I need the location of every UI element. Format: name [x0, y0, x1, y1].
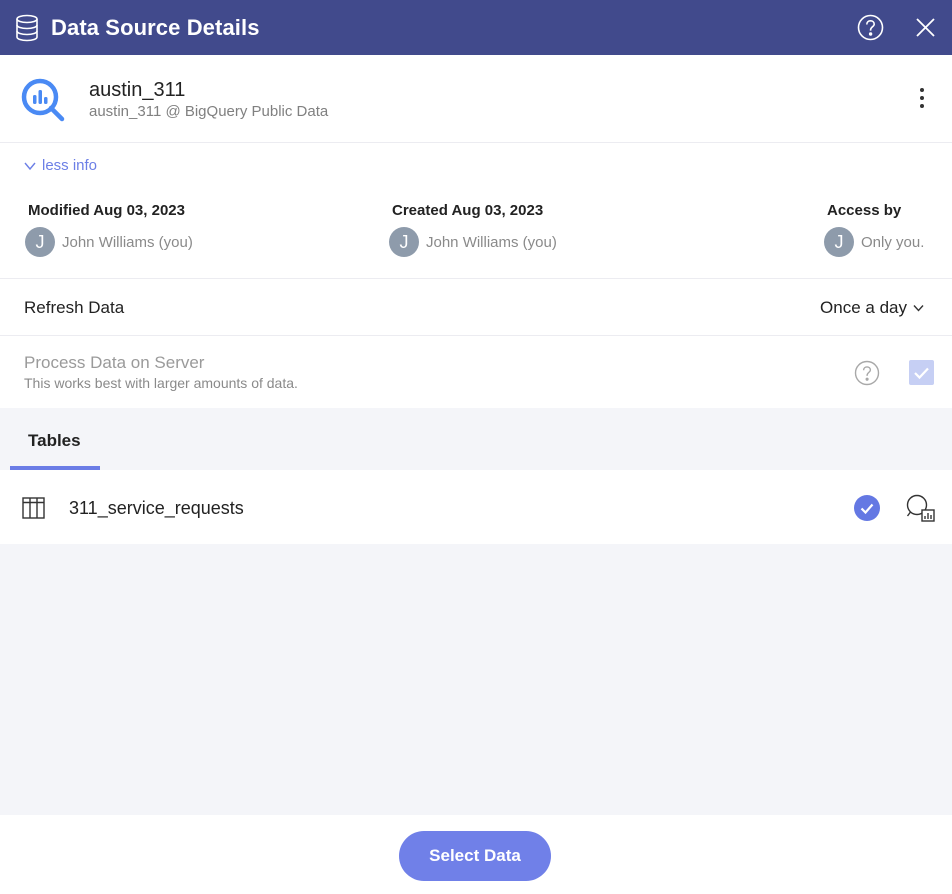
dialog-titlebar: Data Source Details — [0, 0, 952, 55]
modified-by: J John Williams (you) — [25, 227, 193, 257]
created-info: Created Aug 03, 2023 J John Williams (yo… — [389, 202, 557, 257]
help-icon[interactable] — [857, 14, 884, 41]
refresh-data-label: Refresh Data — [24, 298, 125, 317]
close-icon[interactable] — [913, 15, 938, 40]
refresh-frequency-value: Once a day — [820, 298, 907, 317]
dialog-title: Data Source Details — [51, 15, 260, 40]
data-source-name: austin_311 — [89, 79, 186, 101]
refresh-data-row: Refresh Data Once a day — [0, 279, 952, 336]
check-circle-icon[interactable] — [854, 495, 880, 521]
table-icon — [22, 497, 45, 519]
tab-tables-label: Tables — [28, 431, 81, 450]
modified-info: Modified Aug 03, 2023 J John Williams (y… — [25, 202, 193, 257]
access-info: Access by J Only you. — [824, 202, 924, 257]
modified-by-name: John Williams (you) — [62, 233, 193, 251]
dialog-footer: Select Data — [0, 815, 952, 894]
created-label: Created Aug 03, 2023 — [392, 202, 544, 219]
chevron-down-icon — [913, 305, 924, 312]
chevron-down-icon — [24, 162, 36, 170]
help-icon[interactable] — [854, 360, 880, 386]
process-on-server-label: Process Data on Server — [24, 353, 205, 372]
access-label: Access by — [827, 202, 902, 219]
less-info-toggle[interactable]: less info — [24, 157, 97, 174]
tab-tables[interactable]: Tables — [10, 408, 100, 470]
less-info-label: less info — [42, 157, 98, 174]
tabs-bar: Tables — [0, 408, 952, 470]
database-icon — [16, 14, 38, 42]
data-explore-icon[interactable] — [906, 494, 936, 522]
modified-label: Modified Aug 03, 2023 — [28, 202, 185, 219]
more-vertical-icon[interactable] — [912, 86, 932, 110]
access-by-name: Only you. — [861, 233, 925, 251]
info-panel: less info Modified Aug 03, 2023 J John W… — [0, 143, 952, 279]
process-on-server-row: Process Data on Server This works best w… — [0, 336, 952, 408]
table-row[interactable]: 311_service_requests — [0, 470, 952, 544]
table-name: 311_service_requests — [69, 498, 244, 518]
created-by-name: John Williams (you) — [426, 233, 557, 251]
checkmark-icon — [914, 367, 929, 380]
process-on-server-description: This works best with larger amounts of d… — [24, 375, 298, 391]
data-source-header: austin_311 austin_311 @ BigQuery Public … — [0, 55, 952, 143]
bigquery-icon — [21, 78, 65, 122]
process-on-server-checkbox[interactable] — [909, 360, 934, 385]
refresh-frequency-dropdown[interactable]: Once a day — [820, 298, 924, 318]
access-by: J Only you. — [824, 227, 924, 257]
avatar: J — [824, 227, 854, 257]
tables-empty-area — [0, 544, 952, 815]
avatar: J — [389, 227, 419, 257]
data-source-subtitle: austin_311 @ BigQuery Public Data — [89, 103, 329, 120]
select-data-button[interactable]: Select Data — [399, 831, 551, 881]
avatar: J — [25, 227, 55, 257]
created-by: J John Williams (you) — [389, 227, 557, 257]
